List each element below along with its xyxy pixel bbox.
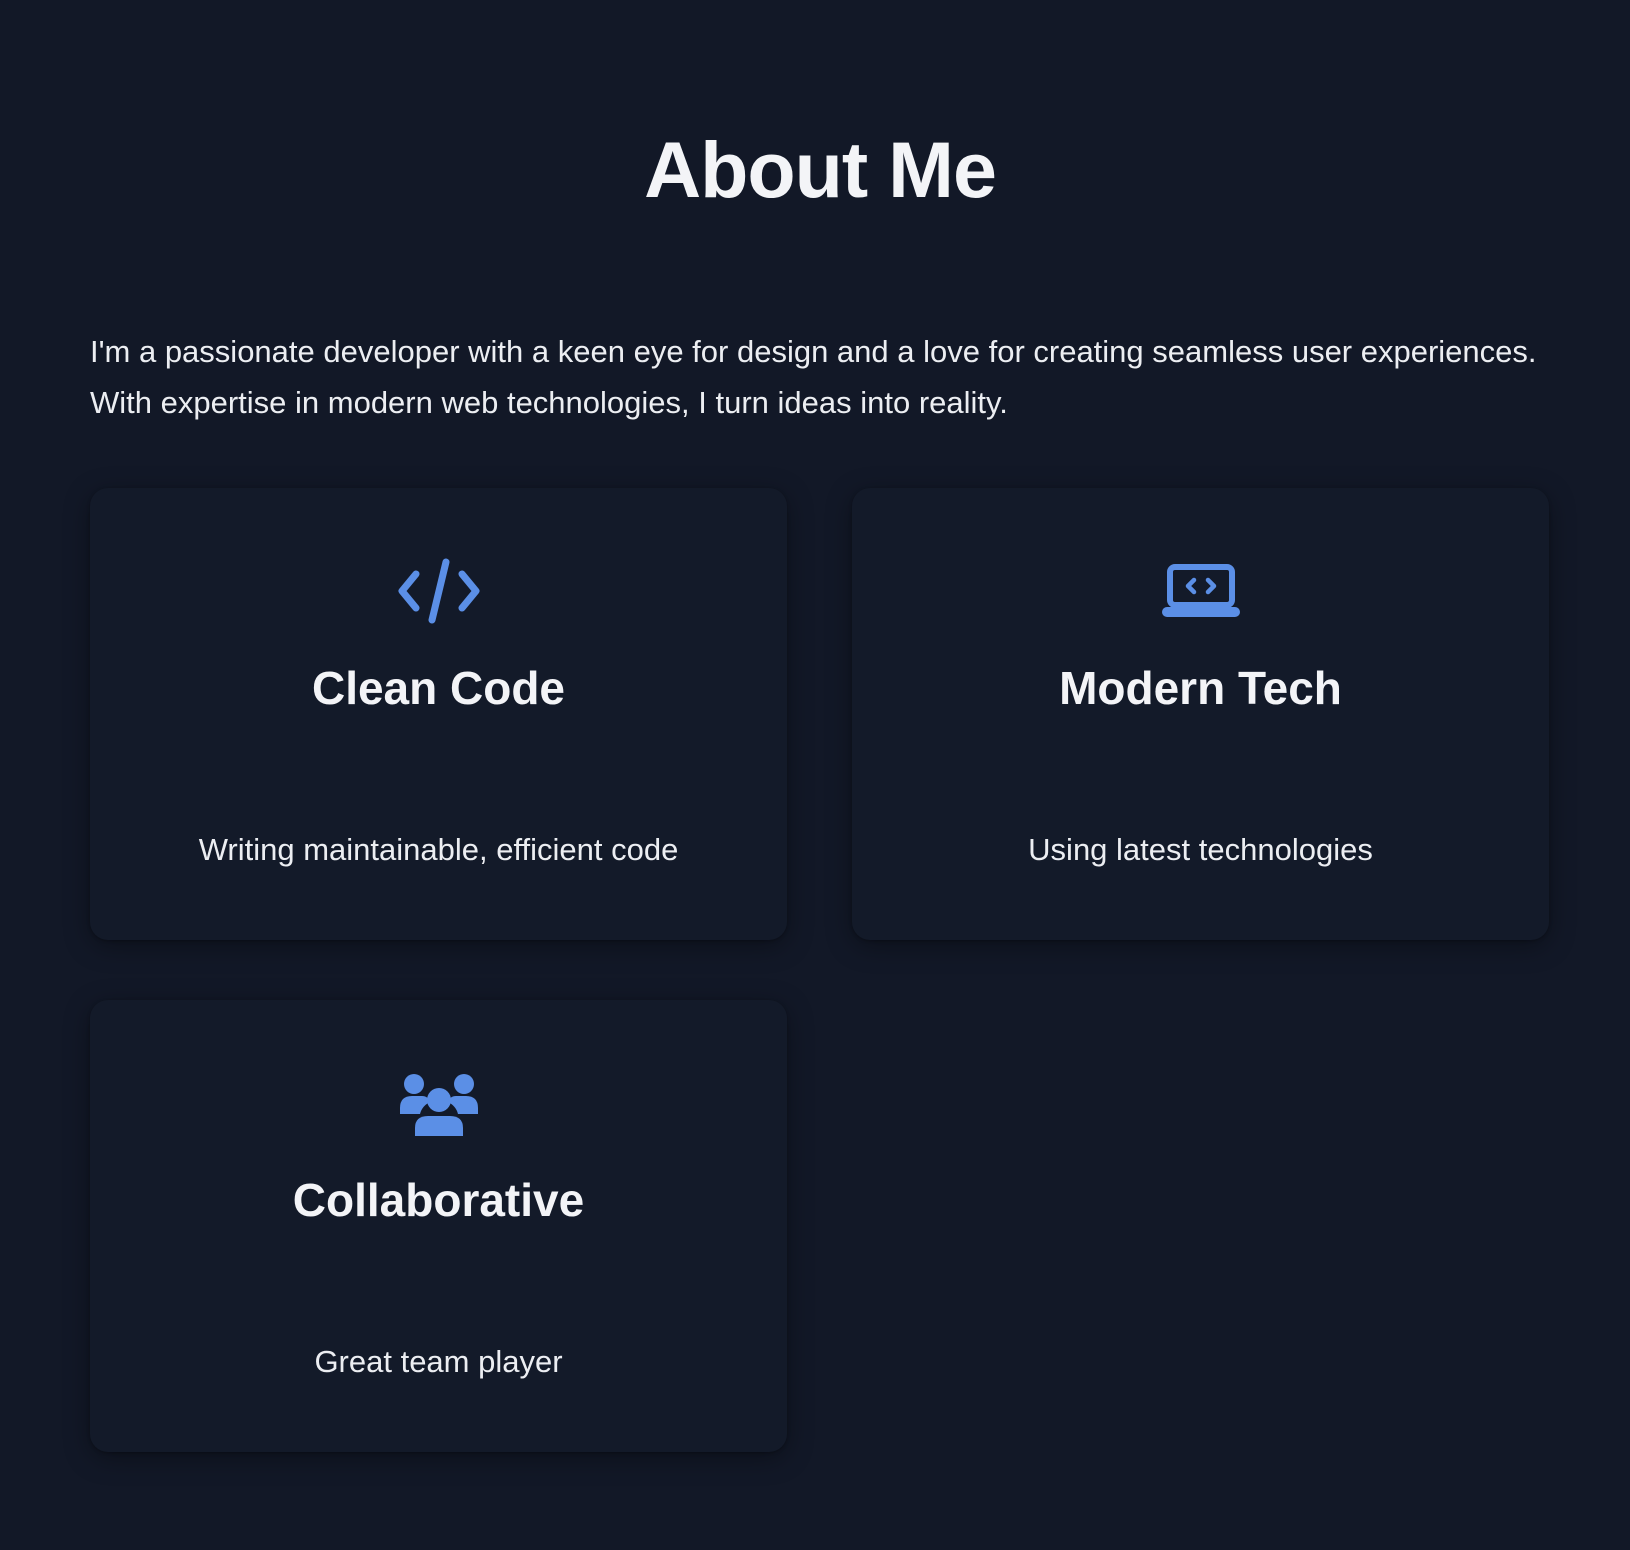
card-description: Writing maintainable, efficient code [198, 832, 679, 867]
feature-card-collaborative: Collaborative Great team player [90, 1000, 787, 1452]
code-icon [90, 554, 787, 628]
card-title: Modern Tech [1059, 662, 1342, 714]
card-description: Using latest technologies [1028, 832, 1373, 867]
about-section: About Me I'm a passionate developer with… [0, 0, 1630, 1550]
card-title: Collaborative [292, 1174, 585, 1226]
intro-paragraph: I'm a passionate developer with a keen e… [90, 334, 1537, 420]
card-title: Clean Code [311, 662, 566, 714]
users-icon [90, 1066, 787, 1140]
page-title: About Me [644, 125, 997, 214]
laptop-code-icon [852, 554, 1549, 628]
card-description: Great team player [314, 1344, 563, 1379]
feature-card-clean-code: Clean Code Writing maintainable, efficie… [90, 488, 787, 940]
feature-card-modern-tech: Modern Tech Using latest technologies [852, 488, 1549, 940]
